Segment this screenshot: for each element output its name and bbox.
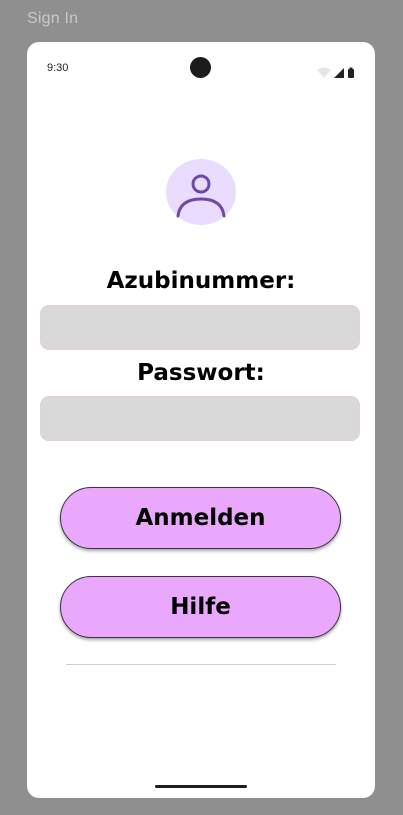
help-button[interactable]: Hilfe: [60, 576, 341, 638]
cellular-signal-icon: [334, 68, 344, 78]
front-camera: [190, 57, 211, 78]
login-button[interactable]: Anmelden: [60, 487, 341, 549]
password-input[interactable]: [40, 396, 360, 441]
status-icons: [317, 64, 357, 78]
username-label: Azubinummer:: [106, 268, 296, 294]
avatar: [166, 159, 236, 225]
username-input[interactable]: [40, 305, 360, 350]
status-bar: 9:30: [27, 42, 375, 94]
status-time: 9:30: [47, 62, 69, 74]
home-indicator[interactable]: [155, 785, 247, 788]
battery-icon: [348, 67, 354, 78]
divider: [66, 664, 336, 665]
password-label: Passwort:: [137, 360, 265, 386]
wifi-icon: [317, 67, 331, 78]
user-icon: [176, 174, 226, 218]
frame-title: Sign In: [27, 10, 79, 27]
phone-screen: 9:30 Azubinummer: Passwort: Anmelden Hil…: [27, 42, 375, 798]
